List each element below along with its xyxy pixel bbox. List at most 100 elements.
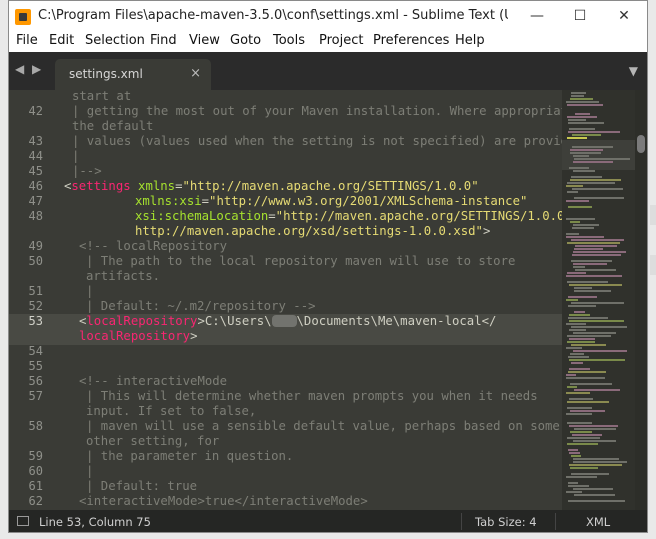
minimap-line [572,134,601,136]
tab-nav-left-icon[interactable]: ◀ [15,62,24,76]
minimap-line [573,155,589,157]
sublime-window: C:\Program Files\apache-maven-3.5.0\conf… [8,0,648,533]
minimap-line [571,239,624,241]
minimap-line [567,191,578,193]
minimap-line [573,461,627,463]
minimap-line [568,449,578,451]
minimap-line [573,332,616,334]
line-number: 50 [28,254,43,268]
minimap-line [572,146,613,148]
minimap-line [572,254,621,256]
line-number: 42 [28,104,43,118]
tab-close-icon[interactable]: × [190,66,201,81]
minimap-line [570,149,603,151]
minimap-line [566,413,592,415]
minimap-line [567,281,608,283]
minimap-line [573,440,616,442]
code-line-settings-open: <settings xmlns="http://maven.apache.org… [64,179,479,193]
tab-settings-xml[interactable]: settings.xml × [55,59,211,90]
line-number: 60 [28,464,43,478]
minimap-line [574,290,611,292]
minimap-line [566,323,586,325]
code-comment: | the parameter in question. [86,449,294,463]
code-comment: the default [72,119,154,133]
vertical-scrollbar[interactable] [635,90,647,510]
menu-help[interactable]: Help [455,33,485,48]
minimap-line [574,311,585,313]
minimap-line [569,368,590,370]
minimap-line [567,386,577,388]
minimize-button[interactable]: — [516,1,558,31]
title-bar[interactable]: C:\Program Files\apache-maven-3.5.0\conf… [9,1,647,31]
line-number: 55 [28,359,43,373]
code-comment: | values (values used when the setting i… [72,134,562,148]
menu-preferences[interactable]: Preferences [373,33,449,48]
minimap-line [568,305,596,307]
menu-project[interactable]: Project [319,33,363,48]
tab-menu-chevron-icon[interactable]: ▼ [629,64,638,78]
syntax-selector[interactable]: XML [586,515,610,529]
minimap-line [575,113,590,115]
minimap-line [569,128,595,130]
menu-edit[interactable]: Edit [49,33,74,48]
minimap-line [571,455,581,457]
menu-find[interactable]: Find [150,33,177,48]
code-comment: | The path to the local repository maven… [86,254,516,268]
close-button[interactable]: ✕ [603,1,645,31]
menu-selection[interactable]: Selection [85,33,145,48]
tab-bar: ◀ ▶ settings.xml × ▼ [9,52,647,90]
minimap-line [570,353,584,355]
code-editor[interactable]: 42 43 44 45 46 47 48 49 50 51 52 53 54 5… [9,90,562,510]
minimap-line [568,317,608,319]
minimap-line [571,260,612,262]
minimap-line [570,179,621,181]
menu-tools[interactable]: Tools [273,33,305,48]
minimap-line [574,494,615,496]
scrollbar-thumb[interactable] [637,135,645,153]
tab-nav-right-icon[interactable]: ▶ [32,62,41,76]
tab-size-setting[interactable]: Tab Size: 4 [475,515,537,529]
code-line-schema-location-cont: http://maven.apache.org/xsd/settings-1.0… [135,224,491,238]
code-comment: |--> [72,164,102,178]
minimap-line [574,158,630,160]
minimap-line [572,434,602,436]
maximize-button[interactable]: ☐ [559,1,601,31]
code-line-schema-location: xsi:schemaLocation="http://maven.apache.… [135,209,562,223]
minimap-line [571,344,606,346]
line-number: 62 [28,494,43,508]
minimap-line [567,401,609,403]
minimap-line [570,431,592,433]
code-comment: <interactiveMode>true</interactiveMode> [79,494,368,508]
minimap-line [575,245,617,247]
code-comment: | This will determine whether maven prom… [86,389,538,403]
minimap-line [570,410,605,412]
minimap-line [566,392,590,394]
menu-file[interactable]: File [16,33,38,48]
sublime-text-app-icon [15,9,31,25]
minimap-line [568,119,586,121]
minimap-line [566,491,582,493]
minimap-line [566,101,599,103]
minimap-line [575,269,616,271]
minimap-line [570,98,593,100]
menu-goto[interactable]: Goto [230,33,261,48]
minimap-line [569,359,625,361]
panel-toggle-icon[interactable] [17,516,29,526]
code-comment: | [86,464,94,478]
minimap-line [569,284,622,286]
minimap-line [568,356,589,358]
cursor-position: Line 53, Column 75 [39,515,151,529]
minimap-line [567,341,595,343]
menu-view[interactable]: View [189,33,220,48]
minimap-line [566,299,578,301]
minimap-line [566,275,622,277]
minimap[interactable] [562,90,635,510]
status-divider [555,513,556,530]
minimap-line [570,221,580,223]
code-comment: artifacts. [86,269,161,283]
minimap-line [567,335,611,337]
minimap-line [573,266,585,268]
minimap-line [571,326,627,328]
background-window-edge [650,205,656,225]
code-line-local-repository-close: localRepository> [79,329,198,343]
